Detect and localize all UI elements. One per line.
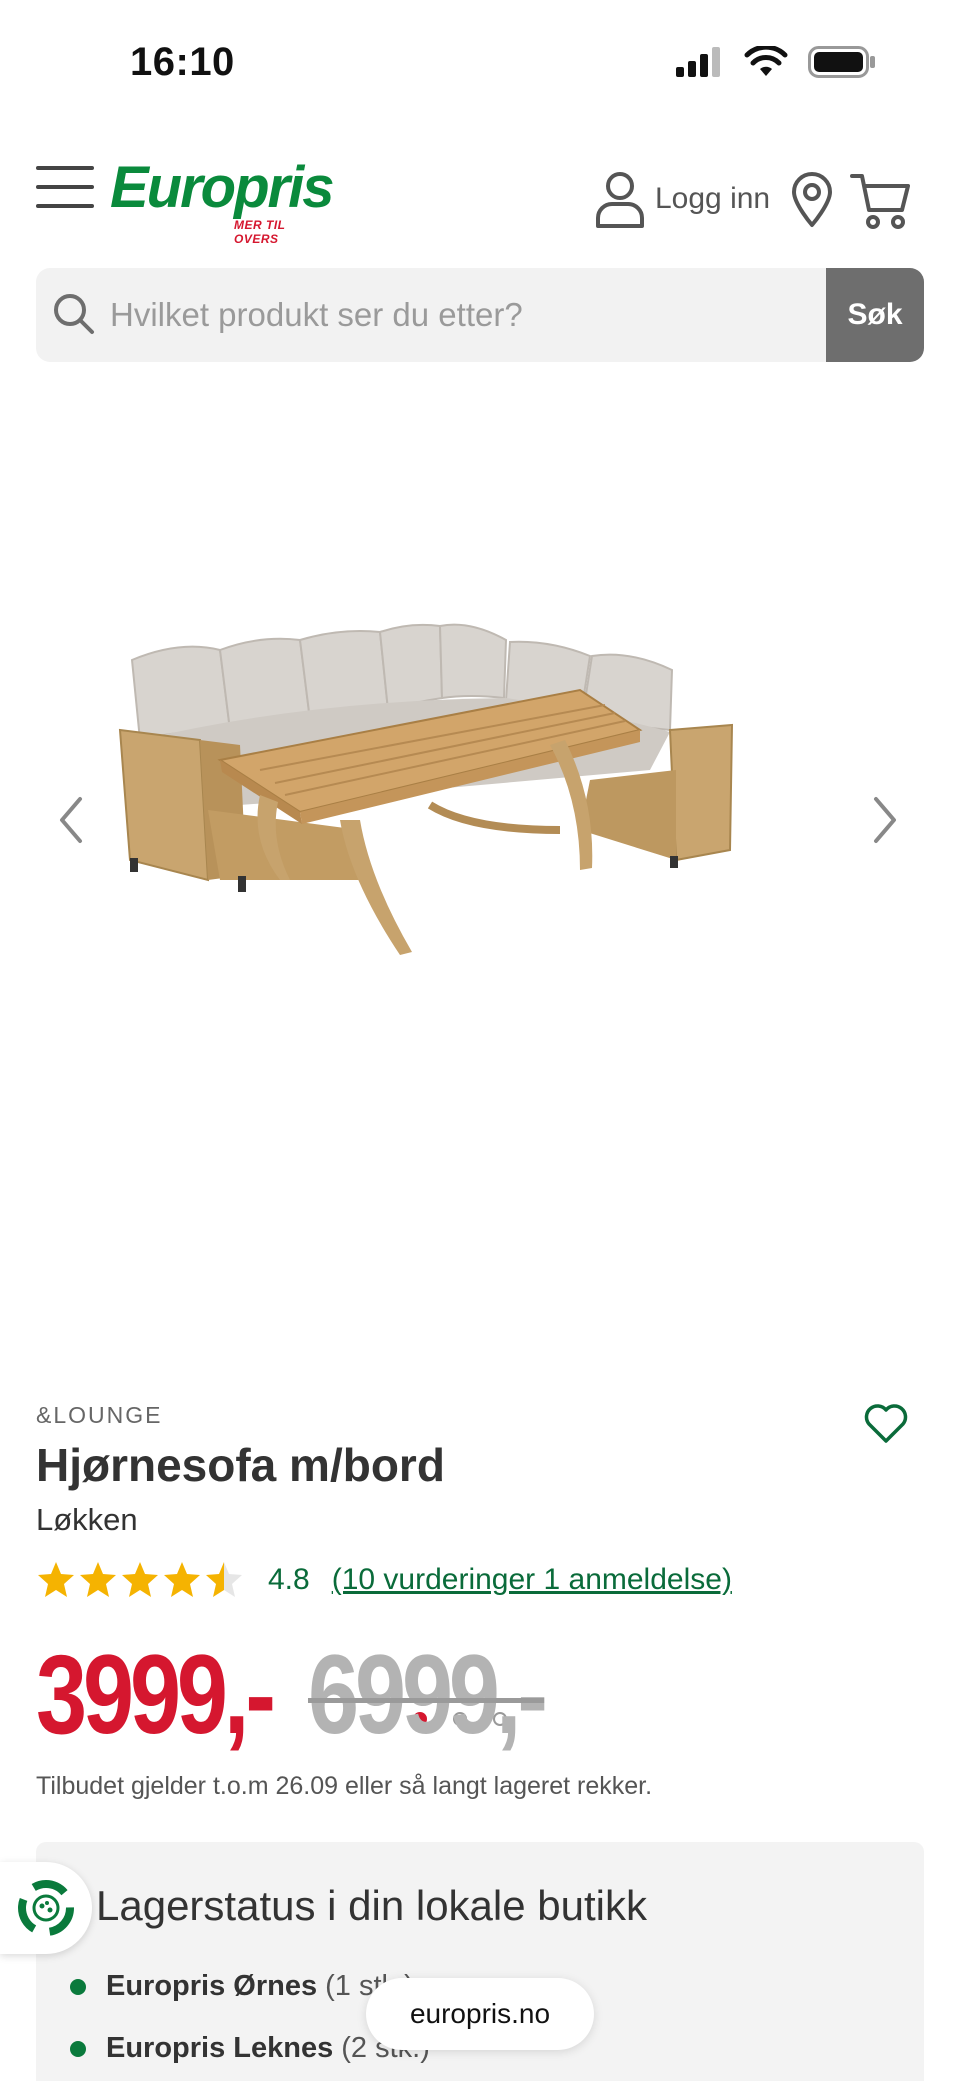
chevron-right-icon[interactable] [870, 795, 900, 845]
store-item[interactable]: Europris Ørnes (1 stk.) [70, 1970, 414, 2003]
status-icons [676, 46, 876, 78]
status-time: 16:10 [130, 40, 235, 84]
product-title: Hjørnesofa m/bord [36, 1439, 445, 1491]
product-gallery [0, 400, 960, 1726]
search-button[interactable]: Søk [826, 268, 924, 362]
status-bar: 16:10 [0, 0, 960, 120]
store-name: Europris Leknes [106, 2032, 334, 2064]
product-rating: 4.8 (10 vurderinger 1 anmeldelse) [36, 1560, 732, 1600]
recycle-icon [18, 1880, 74, 1936]
price-block: 3999,- 6999,- [36, 1632, 596, 1757]
europris-logo[interactable]: Europris MER TIL OVERS [110, 155, 335, 247]
search-icon [54, 294, 94, 334]
in-stock-indicator [70, 2040, 86, 2057]
reviews-link[interactable]: (10 vurderinger 1 anmeldelse) [332, 1563, 732, 1597]
heart-icon[interactable] [864, 1404, 908, 1444]
user-icon [596, 172, 644, 228]
site-header: Europris MER TIL OVERS Logg inn [0, 150, 960, 250]
shopping-cart-icon[interactable] [850, 172, 912, 230]
login-label: Logg inn [655, 182, 771, 215]
wifi-icon [744, 46, 788, 76]
product-image[interactable] [110, 580, 850, 1060]
search-input[interactable] [110, 268, 860, 362]
battery-icon [808, 46, 875, 78]
store-name: Europris Ørnes [106, 1970, 318, 2002]
search-bar: Søk [36, 268, 924, 362]
star-icon [38, 1562, 74, 1597]
stock-title: Lagerstatus i din lokale butikk [96, 1882, 647, 1929]
star-icon [164, 1562, 200, 1597]
rating-stars [36, 1560, 244, 1600]
chevron-left-icon[interactable] [56, 795, 86, 845]
location-pin-icon[interactable] [790, 172, 834, 228]
logo-tagline: MER TIL OVERS [234, 218, 286, 246]
star-icon [206, 1562, 242, 1597]
browser-url-pill[interactable]: europris.no [366, 1978, 594, 2050]
product-subtitle: Løkken [36, 1502, 138, 1537]
star-icon [122, 1562, 158, 1597]
star-icon [80, 1562, 116, 1597]
signal-icon [676, 47, 720, 77]
rating-value: 4.8 [268, 1563, 310, 1596]
logo-text: Europris [110, 155, 335, 220]
in-stock-indicator [70, 1978, 86, 1995]
hamburger-menu-icon[interactable] [36, 166, 94, 212]
product-brand: &LOUNGE [36, 1402, 163, 1428]
current-price: 3999,- [36, 1632, 276, 1757]
original-price: 6999,- [308, 1632, 548, 1757]
eco-badge[interactable] [0, 1862, 92, 1954]
offer-note: Tilbudet gjelder t.o.m 26.09 eller så la… [36, 1772, 653, 1800]
login-button[interactable]: Logg inn [595, 170, 770, 228]
